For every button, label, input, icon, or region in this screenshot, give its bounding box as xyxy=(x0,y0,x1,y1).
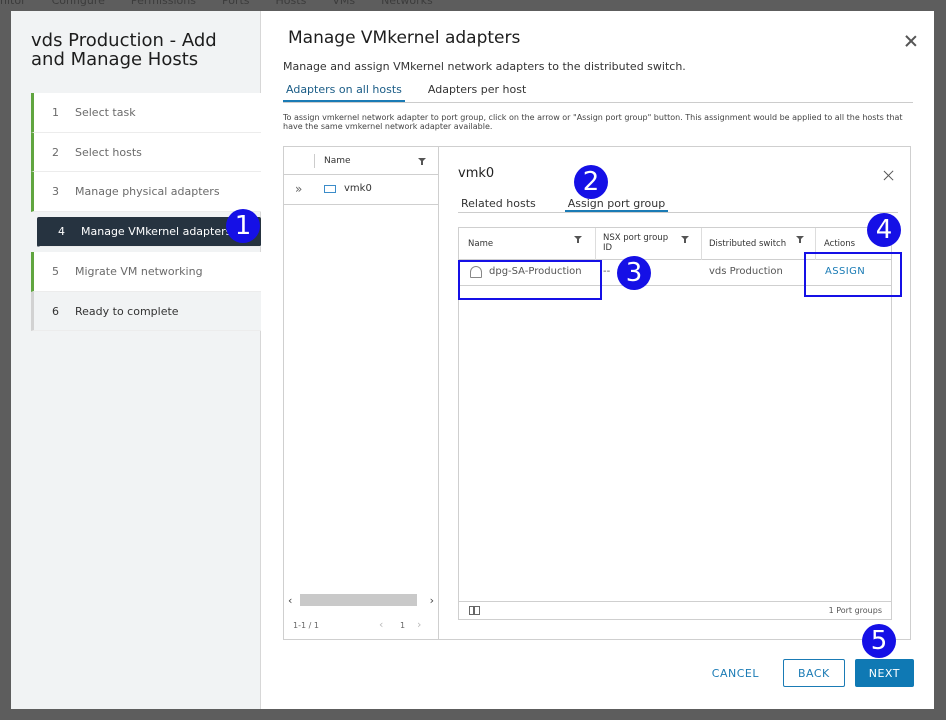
annotation-badge-5: 5 xyxy=(862,624,896,658)
adapter-grid-header: Name xyxy=(284,147,438,175)
column-nsx-port-group-id: NSX port group ID xyxy=(603,233,669,253)
filter-icon[interactable] xyxy=(574,236,582,243)
page-title: Manage VMkernel adapters xyxy=(288,28,521,48)
adapter-grid: Name » vmk0 ‹ › 1-1 / 1 ‹ 1 › xyxy=(284,147,439,639)
step-label: Migrate VM networking xyxy=(75,264,203,278)
step-label: Manage VMkernel adapters xyxy=(81,225,232,239)
step-label: Manage physical adapters xyxy=(75,185,220,199)
step-label: Ready to complete xyxy=(75,304,179,318)
bg-tab: Hosts xyxy=(275,0,307,7)
adapter-name: vmk0 xyxy=(344,183,372,194)
tab-related-hosts[interactable]: Related hosts xyxy=(458,197,539,212)
close-icon[interactable] xyxy=(904,34,918,48)
next-button[interactable]: NEXT xyxy=(854,659,914,687)
column-separator xyxy=(314,154,315,168)
wizard-content: Manage VMkernel adapters Manage and assi… xyxy=(261,11,934,709)
column-separator xyxy=(595,228,596,260)
add-manage-hosts-dialog: vds Production - Add and Manage Hosts 1 … xyxy=(11,11,934,709)
scroll-right-icon[interactable]: › xyxy=(430,594,434,607)
tab-adapters-per-host[interactable]: Adapters per host xyxy=(425,83,529,102)
adapters-panel: Name » vmk0 ‹ › 1-1 / 1 ‹ 1 › vmk0 Relat… xyxy=(283,146,911,640)
column-name: Name xyxy=(468,239,494,249)
wizard-steps-panel: vds Production - Add and Manage Hosts 1 … xyxy=(11,11,261,709)
step-label: Select task xyxy=(75,105,136,119)
network-adapter-icon xyxy=(324,185,336,193)
close-detail-icon[interactable] xyxy=(883,169,895,181)
filter-icon[interactable] xyxy=(418,158,426,165)
adapter-detail-pane: vmk0 Related hosts Assign port group Nam… xyxy=(439,147,911,639)
bg-tab: Networks xyxy=(381,0,433,7)
step-migrate-vm-networking[interactable]: 5 Migrate VM networking xyxy=(31,252,261,292)
horizontal-scrollbar[interactable]: ‹ › xyxy=(284,591,438,609)
cancel-button[interactable]: CANCEL xyxy=(698,659,773,687)
distributed-switch-name: vds Production xyxy=(709,266,783,277)
scroll-thumb[interactable] xyxy=(300,594,417,606)
tab-adapters-on-all-hosts[interactable]: Adapters on all hosts xyxy=(283,83,405,102)
filter-icon[interactable] xyxy=(796,236,804,243)
highlight-port-group xyxy=(458,260,602,300)
step-number: 3 xyxy=(52,185,59,199)
page-number: 1 xyxy=(400,621,406,630)
previous-page-icon[interactable]: ‹ xyxy=(379,618,383,631)
column-separator xyxy=(701,228,702,260)
highlight-assign xyxy=(804,252,902,297)
annotation-badge-4: 4 xyxy=(867,213,901,247)
step-select-task[interactable]: 1 Select task xyxy=(31,93,261,133)
port-group-count: 1 Port groups xyxy=(828,606,882,615)
column-actions: Actions xyxy=(824,239,856,249)
tab-assign-port-group[interactable]: Assign port group xyxy=(564,197,669,212)
adapter-row[interactable]: » vmk0 xyxy=(284,175,438,205)
background-tabs: nitor Configure Permissions Ports Hosts … xyxy=(0,0,946,8)
annotation-badge-2: 2 xyxy=(574,165,608,199)
scroll-left-icon[interactable]: ‹ xyxy=(288,594,292,607)
wizard-title: vds Production - Add and Manage Hosts xyxy=(31,30,217,70)
next-page-icon[interactable]: › xyxy=(417,618,421,631)
step-number: 4 xyxy=(58,225,65,239)
page-description: Manage and assign VMkernel network adapt… xyxy=(283,60,686,73)
step-number: 1 xyxy=(52,105,59,119)
filter-icon[interactable] xyxy=(681,236,689,243)
step-manage-physical-adapters[interactable]: 3 Manage physical adapters xyxy=(31,172,261,213)
bg-tab: nitor xyxy=(0,0,26,7)
detail-tabs: Related hosts Assign port group xyxy=(458,197,898,213)
column-name-label: Name xyxy=(324,156,351,166)
step-label: Select hosts xyxy=(75,145,142,159)
step-select-hosts[interactable]: 2 Select hosts xyxy=(31,132,261,173)
nsx-port-group-id: -- xyxy=(603,266,611,277)
step-ready-to-complete[interactable]: 6 Ready to complete xyxy=(31,291,261,332)
bg-tab: Configure xyxy=(51,0,105,7)
step-number: 6 xyxy=(52,304,59,318)
pagination-count: 1-1 / 1 xyxy=(293,621,319,630)
annotation-badge-1: 1 xyxy=(226,209,260,243)
column-distributed-switch: Distributed switch xyxy=(709,239,787,249)
bg-tab: VMs xyxy=(332,0,356,7)
instruction-note: To assign vmkernel network adapter to po… xyxy=(283,113,903,131)
bg-tab: Permissions xyxy=(130,0,196,7)
step-number: 2 xyxy=(52,145,59,159)
bg-tab: Ports xyxy=(221,0,250,7)
back-button[interactable]: BACK xyxy=(782,659,845,687)
wizard-step-list: 1 Select task 2 Select hosts 3 Manage ph… xyxy=(31,93,261,332)
detail-title: vmk0 xyxy=(458,166,495,181)
annotation-badge-3: 3 xyxy=(617,256,651,290)
port-group-grid-footer: 1 Port groups xyxy=(459,601,891,620)
adapter-view-tabs: Adapters on all hosts Adapters per host xyxy=(283,83,913,103)
step-number: 5 xyxy=(52,264,59,278)
double-chevron-right-icon[interactable]: » xyxy=(295,182,302,196)
column-toggle-icon[interactable] xyxy=(469,606,480,615)
wizard-buttons: CANCEL BACK NEXT xyxy=(698,659,914,687)
